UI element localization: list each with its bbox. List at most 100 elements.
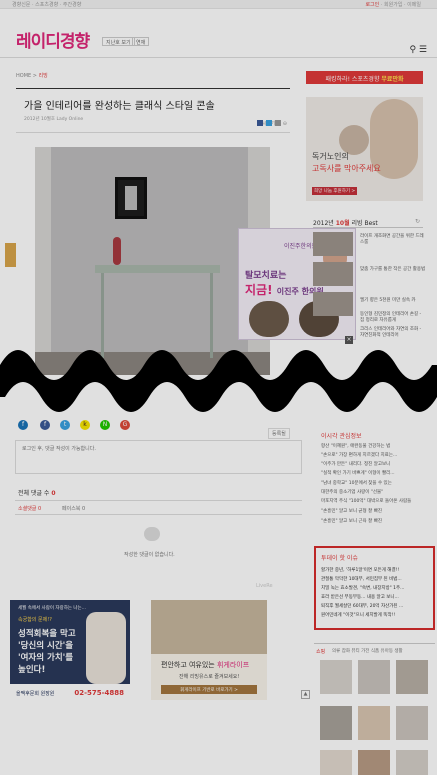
ad-left-headline: 성적회복을 막고 '당신의 시간'을 '여자의 가치'를 높인다! <box>18 629 76 675</box>
header-icons: ⚲ ☰ <box>409 45 427 55</box>
meta-rule <box>16 132 290 133</box>
comment-submit-button[interactable]: 등록될 <box>268 428 290 439</box>
ad-right-headline-b: 휘게라이프 <box>216 661 250 669</box>
charity-ad[interactable]: 독거노인의 고독사를 막아주세요 희망 나눔 후원하기 > <box>306 97 423 201</box>
shopping-label: 쇼핑 <box>316 649 326 655</box>
sports-banner[interactable]: 패킹하라! 스포츠경향 무료만화 <box>306 71 423 84</box>
console-table-top <box>95 265 220 273</box>
product-thumb[interactable] <box>396 706 428 740</box>
product-thumb[interactable] <box>320 706 352 740</box>
speech-bubble-icon <box>144 527 160 541</box>
today-hot-issue-box: 투데이 핫 이슈 할가한 중년, '하루1알'이면 모든게 해결!! 관절통 막… <box>314 546 435 630</box>
print-icon[interactable] <box>275 120 281 126</box>
hot-issue-title: 투데이 핫 이슈 <box>321 555 358 562</box>
best-item[interactable]: 동인형 김민정의 인테리어 손길 - 집 정리로 자유롭게 <box>360 311 426 323</box>
ad-right-headline: 편안하고 여유있는 휘게라이프 <box>161 660 249 670</box>
site-logo[interactable]: 레이디경향 <box>16 27 90 52</box>
back-issues-button[interactable]: 지난호 보기 <box>102 37 135 46</box>
product-thumb[interactable] <box>358 660 390 694</box>
clinic-ad-left[interactable]: 세월 속에서 사람이 자랑하는 나는... 속궁합의 문제!? 성적회복을 막고… <box>10 600 130 700</box>
family-sites[interactable]: 경향신문 · 스포츠경향 · 주간경향 <box>12 1 81 8</box>
sports-banner-text: 패킹하라! 스포츠경향 <box>325 76 380 83</box>
hygge-ad-right[interactable]: 편안하고 여유있는 휘게라이프 잔해 리빙유스로 즐겨보세요! 휘게라이프 기반… <box>151 600 267 700</box>
account-links[interactable]: 로그인 · 회원가입 · 이메일 <box>365 1 421 8</box>
best-item[interactable]: 엘기 향은 5천원 미만 실속 카 <box>360 297 426 303</box>
popular-item[interactable]: "이주가 만든" 내리다. 정진 알고보니 <box>321 461 421 467</box>
hot-issue-item[interactable]: 원어민네게 "이것"으니 세치발게 뚝깍!! <box>321 612 431 618</box>
search-icon[interactable]: ⚲ <box>409 45 416 55</box>
charity-line2: 고독사를 막아주세요 <box>312 164 381 173</box>
twitter-share-icon[interactable] <box>266 120 272 126</box>
twitter-icon[interactable]: t <box>60 420 70 430</box>
ad-left-footer: 을맥후문회 원장원 02-575-4888 <box>10 684 130 700</box>
facebook-share-icon[interactable] <box>257 120 263 126</box>
ad-photo <box>151 600 267 654</box>
product-thumb[interactable] <box>320 750 352 775</box>
ad-right-sub: 잔해 리빙유스로 즐겨보세요! <box>179 674 240 680</box>
naver-icon[interactable]: N <box>100 420 110 430</box>
best-month: 10월 <box>335 220 350 227</box>
popular-item[interactable]: "손흥민" 알고 보니 균형 잘 빠진 <box>321 508 421 514</box>
popup-headline: 탈모치료는 <box>245 271 287 281</box>
google-plus-icon[interactable]: G <box>120 420 130 430</box>
picture-frame <box>115 177 147 219</box>
best-thumb[interactable] <box>313 232 353 256</box>
comment-count-label: 전체 댓글 수 <box>18 490 50 497</box>
best-item[interactable]: 맞춤 가구를 통한 작은 공간 활용법 <box>360 266 426 272</box>
best-thumb[interactable] <box>313 262 353 286</box>
facebook-icon[interactable]: f <box>18 420 28 430</box>
comment-placeholder: 로그인 후, 댓글 작성이 가능합니다. <box>22 446 96 452</box>
product-thumb[interactable] <box>396 750 428 775</box>
tab-facebook-comments[interactable]: 페이스북 0 <box>62 505 85 512</box>
popup-headline-now: 지금! <box>245 283 273 297</box>
series-button[interactable]: 연재 <box>132 37 150 46</box>
ad-left-top: 세월 속에서 사람이 자랑하는 나는... <box>18 606 86 611</box>
hot-issue-item[interactable]: 퇴직후 월세살던 60대부, 20억 자산가된 ... <box>321 603 431 609</box>
account-links-text[interactable]: · 회원가입 · 이메일 <box>379 2 421 8</box>
popular-item[interactable]: "남녀 중학교" 10분에서 찾을 수 있는 <box>321 480 421 486</box>
popular-item[interactable]: "손흥민" 알고 보니 근육 잘 빠진 <box>321 518 421 524</box>
refresh-icon[interactable]: ↻ <box>415 218 420 225</box>
left-floating-banner[interactable] <box>5 243 16 267</box>
ad-left-phone: 02-575-4888 <box>74 689 125 697</box>
comment-count: 전체 댓글 수 0 <box>18 488 56 497</box>
hot-issue-item[interactable]: 관절통 막막한 10대부, 서민집부 된 비법... <box>321 576 431 582</box>
charity-cta[interactable]: 희망 나눔 후원하기 > <box>312 187 358 195</box>
breadcrumb: HOME > 리빙 <box>16 73 48 79</box>
product-thumb[interactable] <box>358 750 390 775</box>
product-thumb[interactable] <box>320 660 352 694</box>
torn-paper-divider <box>0 350 437 412</box>
comment-tab-rule <box>15 514 302 515</box>
frame-picture <box>125 186 137 210</box>
livere-logo[interactable]: LiveRe <box>256 583 273 589</box>
best-thumb[interactable] <box>313 292 353 316</box>
popular-item[interactable]: 마포지역 주식 "100억" 대박으로 돌아온 사람들 <box>321 498 421 504</box>
breadcrumb-section[interactable]: 리빙 <box>39 73 48 79</box>
shopping-tabs[interactable]: 의류 잡화 뷰티 가전 식품 유아동 생활 <box>332 648 403 654</box>
popular-item[interactable]: 항산 "이혜원", 애완동물 건강하는 법 <box>321 443 421 449</box>
popular-item[interactable]: 대한주의 중소기업 사랑이 "선물" <box>321 489 421 495</box>
popular-item[interactable]: "손으로" 가장 편하게 지르겠다 치료는... <box>321 452 421 458</box>
doctor-photo <box>86 612 126 684</box>
hot-issue-item[interactable]: 효라 받은선 부동부동... 내용 알고 보니... <box>321 594 431 600</box>
hot-issue-item[interactable]: 할가한 중년, '하루1알'이면 모든게 해결!! <box>321 567 431 573</box>
menu-icon[interactable]: ☰ <box>419 45 427 55</box>
tab-social-comments[interactable]: 소셜댓글 0 <box>18 505 41 512</box>
hot-issue-item[interactable]: 치밀 녹는 효소발견, "숙변, 내장지방" 1주... <box>321 585 431 591</box>
scroll-top-icon[interactable]: ▲ <box>301 690 310 699</box>
breadcrumb-home[interactable]: HOME <box>16 73 31 79</box>
font-minus-button[interactable]: ⊖ <box>283 121 287 127</box>
product-thumb[interactable] <box>396 660 428 694</box>
kakao-icon[interactable]: k <box>80 420 90 430</box>
product-thumb[interactable] <box>358 706 390 740</box>
ad-right-headline-a: 편안하고 여유있는 <box>161 661 217 669</box>
popular-item[interactable]: "실적 확인 가기 바쁘게" 이형이 빨리... <box>321 470 421 476</box>
login-link[interactable]: 로그인 <box>365 2 379 8</box>
best-item[interactable]: 라이프 개조화면 공간을 위한 드레스룸 <box>360 233 426 245</box>
no-comments-text: 작성한 댓글이 없습니다. <box>124 552 175 558</box>
facebook-icon[interactable]: f <box>40 420 50 430</box>
ad-right-cta[interactable]: 휘게라이프 기반로 바로가기 > <box>161 685 257 694</box>
comment-input[interactable]: 로그인 후, 댓글 작성이 가능합니다. <box>15 440 302 474</box>
top-utility-bar: 경향신문 · 스포츠경향 · 주간경향 로그인 · 회원가입 · 이메일 <box>0 0 437 9</box>
ad-left-sub: 속궁합의 문제!? <box>18 617 52 623</box>
